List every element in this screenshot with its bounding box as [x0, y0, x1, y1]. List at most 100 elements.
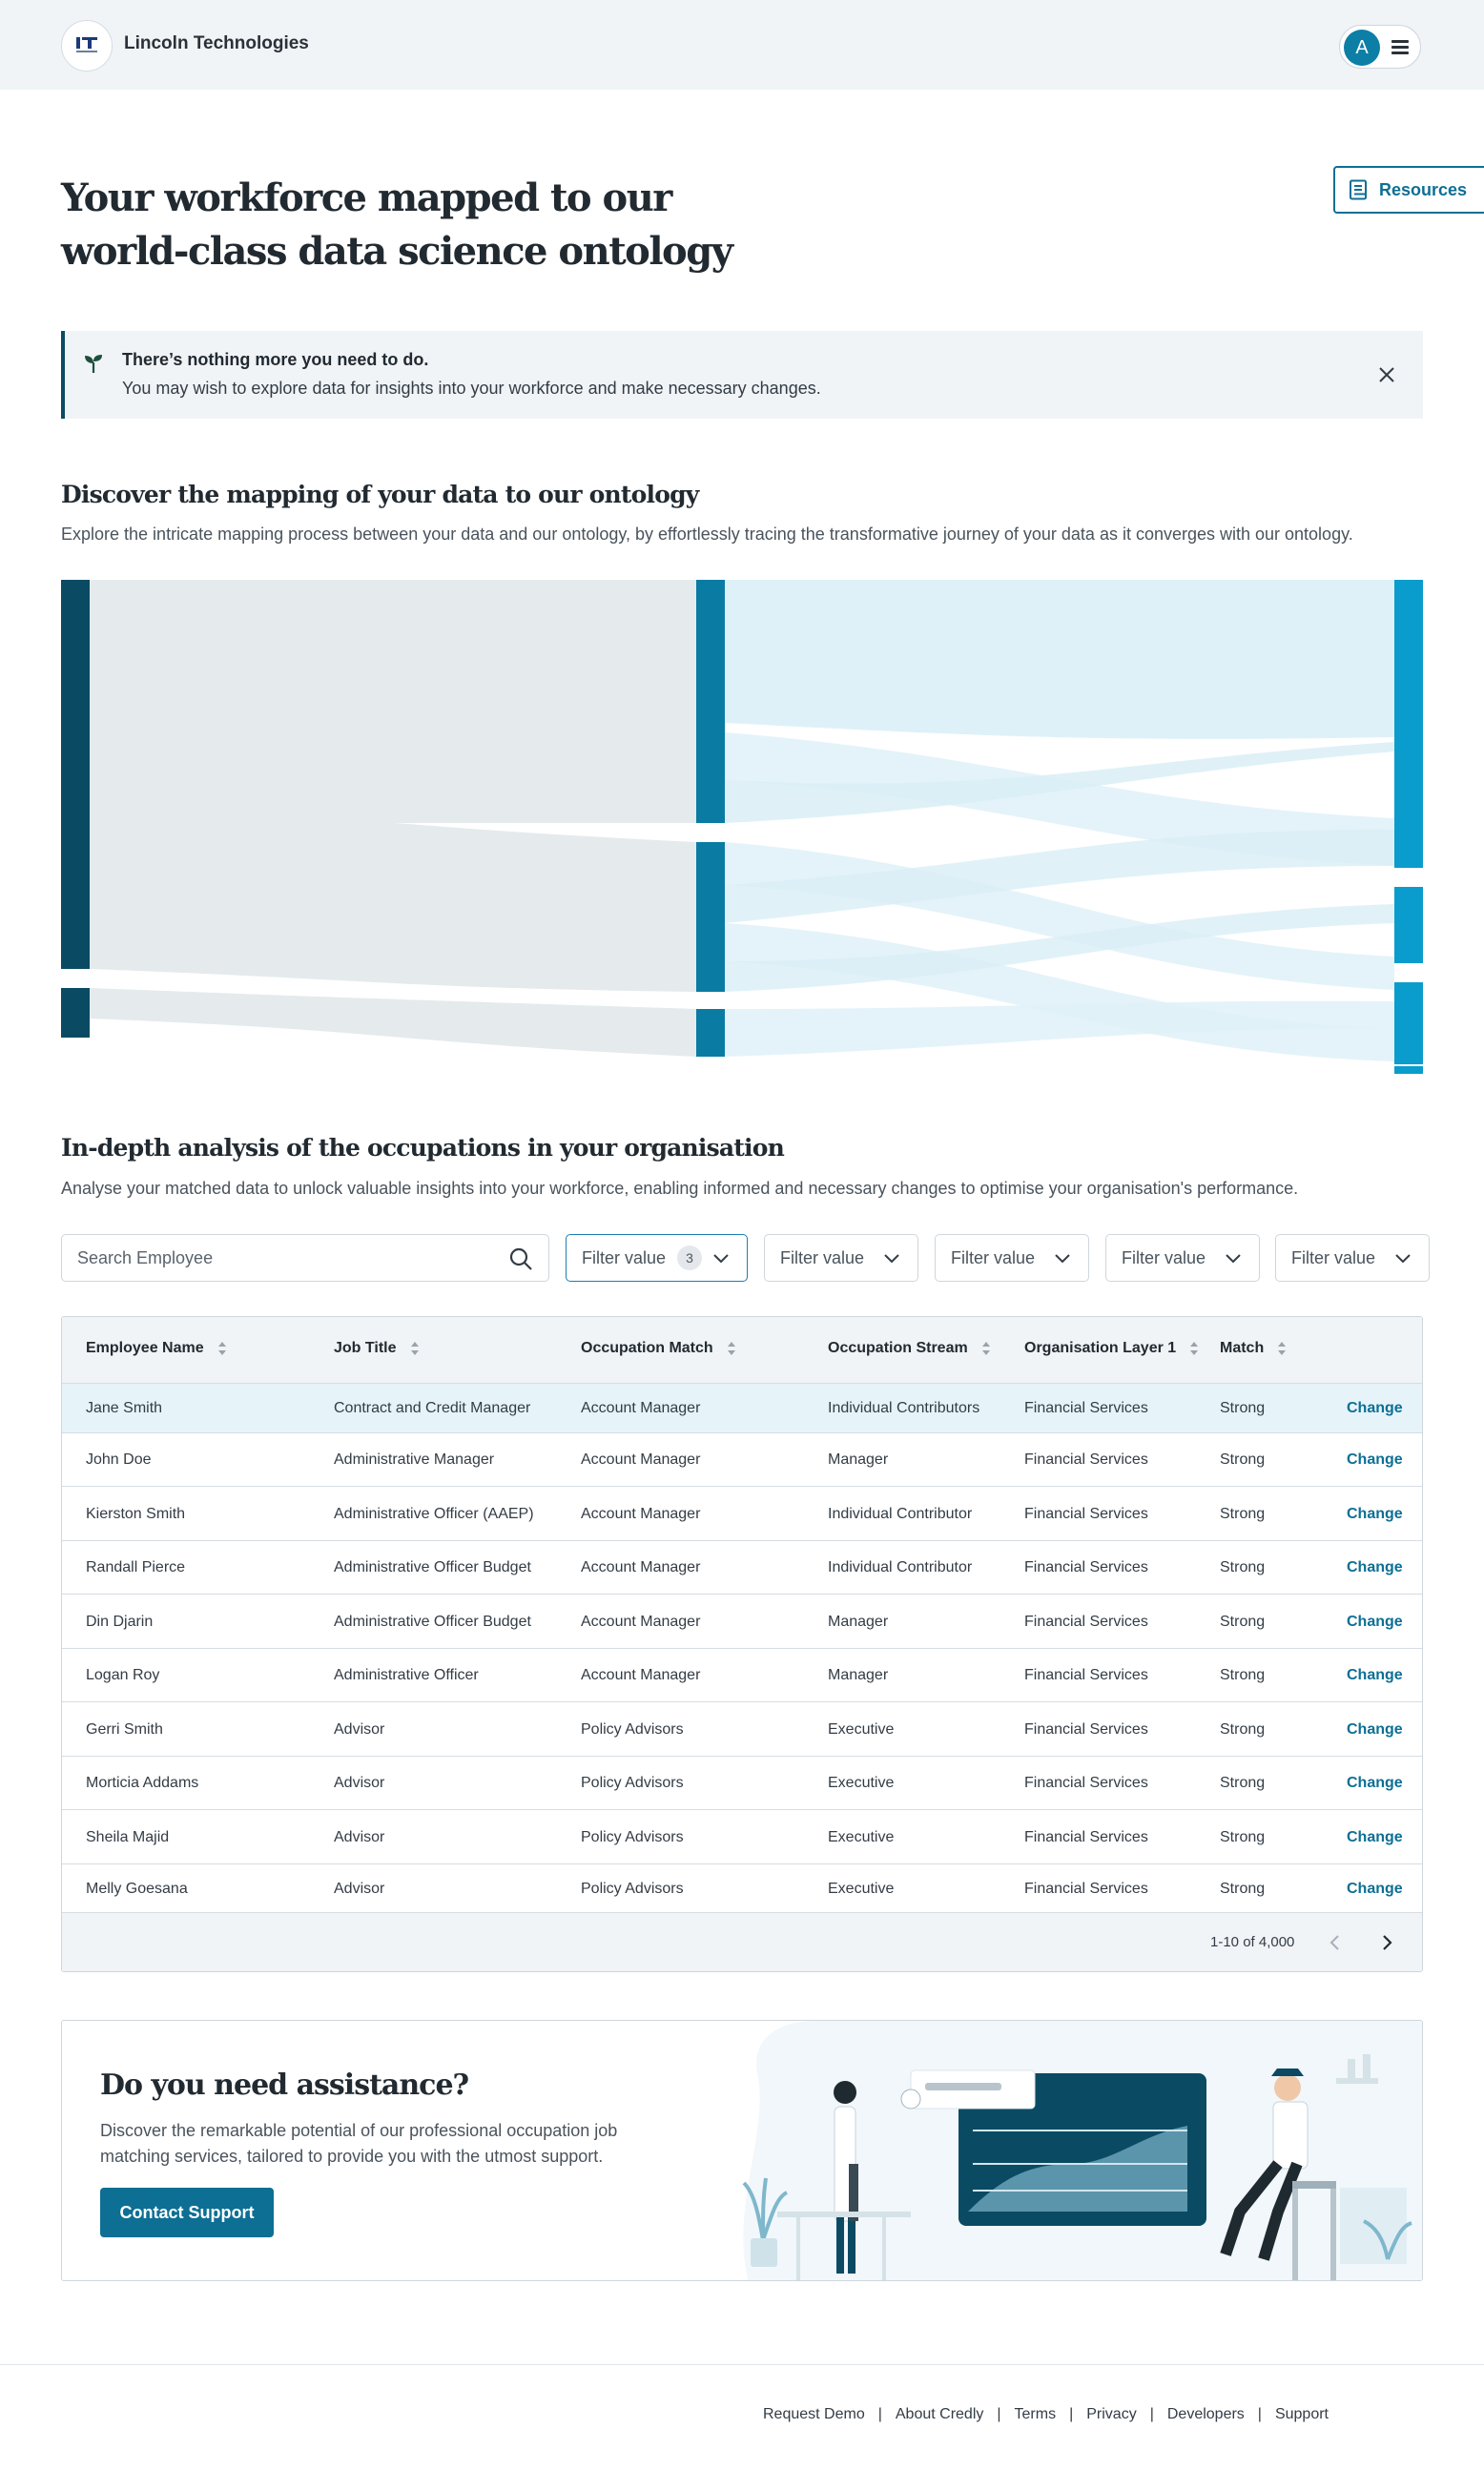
cell-match: Strong	[1220, 1451, 1266, 1468]
chevron-down-icon	[713, 1254, 729, 1264]
table-row[interactable]: Gerri Smith Advisor Policy Advisors Executi…	[62, 1702, 1422, 1757]
resources-button[interactable]: Resources	[1333, 166, 1484, 214]
cell-occupation-match: Account Manager	[581, 1614, 701, 1630]
sankey-node-right-4	[1394, 1066, 1423, 1074]
table-row[interactable]: Morticia Addams Advisor Policy Advisors Exe…	[62, 1757, 1422, 1810]
cell-organisation-layer: Financial Services	[1024, 1559, 1148, 1575]
analysis-section-desc: Analyse your matched data to unlock valu…	[61, 1179, 1299, 1198]
change-link[interactable]: Change	[1347, 1881, 1403, 1898]
column-header-occupation-match[interactable]: Occupation Match	[581, 1340, 736, 1357]
hamburger-menu-icon	[1391, 40, 1409, 54]
column-header-employee-name[interactable]: Employee Name	[86, 1340, 227, 1357]
chevron-left-icon[interactable]	[1325, 1932, 1346, 1953]
footer-divider	[0, 2364, 1484, 2365]
cell-job-title: Advisor	[334, 1829, 385, 1845]
table-row[interactable]: Din Djarin Administrative Officer Budget A…	[62, 1595, 1422, 1649]
change-link[interactable]: Change	[1347, 1506, 1403, 1523]
sankey-flow	[90, 988, 696, 1057]
cell-match: Strong	[1220, 1721, 1266, 1738]
footer-separator: |	[1257, 2406, 1262, 2422]
cell-employee-name: Randall Pierce	[86, 1559, 186, 1575]
change-link[interactable]: Change	[1347, 1667, 1403, 1684]
chevron-right-icon[interactable]	[1376, 1932, 1397, 1953]
column-header-job-title[interactable]: Job Title	[334, 1340, 420, 1357]
footer-link-support[interactable]: Support	[1275, 2406, 1329, 2423]
chevron-down-icon	[1055, 1254, 1070, 1264]
table-row[interactable]: Kierston Smith Administrative Officer (AA…	[62, 1487, 1422, 1541]
cell-occupation-stream: Manager	[828, 1451, 889, 1468]
cell-occupation-match: Account Manager	[581, 1451, 701, 1468]
table-row[interactable]: Melly Goesana Advisor Policy Advisors Execu…	[62, 1864, 1422, 1913]
footer-separator: |	[1149, 2406, 1154, 2422]
analysis-section-title: In-depth analysis of the occupations in …	[61, 1134, 785, 1162]
cell-job-title: Administrative Officer Budget	[334, 1559, 531, 1575]
footer-links: Request Demo | About Credly | Terms | Pr…	[763, 2406, 1329, 2423]
column-header-label: Occupation Stream	[828, 1340, 968, 1356]
footer-link-developers[interactable]: Developers	[1167, 2406, 1245, 2423]
cell-match: Strong	[1220, 1614, 1266, 1630]
table-row[interactable]: Logan Roy Administrative Officer Account M…	[62, 1649, 1422, 1702]
cell-occupation-stream: Individual Contributor	[828, 1506, 973, 1522]
change-link[interactable]: Change	[1347, 1559, 1403, 1576]
filter-dropdown-2[interactable]: Filter value	[764, 1234, 918, 1282]
search-icon[interactable]	[508, 1246, 533, 1271]
sort-icon	[1278, 1342, 1287, 1355]
footer-link-about[interactable]: About Credly	[896, 2406, 984, 2423]
table-row[interactable]: Jane Smith Contract and Credit Manager Acc…	[62, 1384, 1422, 1433]
mapping-section-desc: Explore the intricate mapping process be…	[61, 525, 1353, 544]
cell-job-title: Contract and Credit Manager	[334, 1400, 531, 1416]
change-link[interactable]: Change	[1347, 1451, 1403, 1469]
column-header-label: Employee Name	[86, 1340, 204, 1356]
change-link[interactable]: Change	[1347, 1829, 1403, 1846]
sankey-flow	[725, 580, 1394, 739]
table-row[interactable]: John Doe Administrative Manager Account Ma…	[62, 1433, 1422, 1487]
change-link[interactable]: Change	[1347, 1775, 1403, 1792]
sankey-flows-left	[90, 580, 696, 1057]
filter-dropdown-5[interactable]: Filter value	[1275, 1234, 1430, 1282]
sort-icon	[727, 1342, 735, 1355]
cell-organisation-layer: Financial Services	[1024, 1614, 1148, 1630]
filter-dropdown-3[interactable]: Filter value	[935, 1234, 1089, 1282]
sankey-node-left-2	[61, 988, 90, 1038]
cell-occupation-match: Account Manager	[581, 1506, 701, 1522]
cell-organisation-layer: Financial Services	[1024, 1721, 1148, 1738]
mapping-section-title: Discover the mapping of your data to our…	[61, 481, 699, 508]
filter-dropdown-1[interactable]: Filter value 3	[566, 1234, 748, 1282]
logo-mark-icon	[76, 37, 97, 52]
assistance-title: Do you need assistance?	[100, 2069, 469, 2102]
footer-link-privacy[interactable]: Privacy	[1086, 2406, 1136, 2423]
search-input[interactable]	[77, 1235, 497, 1281]
table-pagination: 1-10 of 4,000	[62, 1913, 1422, 1971]
footer-link-terms[interactable]: Terms	[1015, 2406, 1057, 2423]
filter-dropdown-4[interactable]: Filter value	[1105, 1234, 1260, 1282]
employee-table: Employee Name Job Title Occupation Match…	[61, 1316, 1423, 1972]
cell-match: Strong	[1220, 1559, 1266, 1575]
table-row[interactable]: Sheila Majid Advisor Policy Advisors Execut…	[62, 1810, 1422, 1864]
change-link[interactable]: Change	[1347, 1400, 1403, 1417]
change-link[interactable]: Change	[1347, 1614, 1403, 1631]
column-header-occupation-stream[interactable]: Occupation Stream	[828, 1340, 991, 1357]
page-title: Your workforce mapped to our world-class…	[61, 172, 786, 278]
cell-job-title: Administrative Manager	[334, 1451, 495, 1468]
table-row[interactable]: Randall Pierce Administrative Officer Bud…	[62, 1541, 1422, 1595]
table-header: Employee Name Job Title Occupation Match…	[62, 1317, 1422, 1384]
footer-separator: |	[877, 2406, 882, 2422]
user-menu-button[interactable]: A	[1339, 25, 1421, 69]
contact-support-button[interactable]: Contact Support	[100, 2188, 274, 2237]
footer-separator: |	[997, 2406, 1001, 2422]
footer-link-request-demo[interactable]: Request Demo	[763, 2406, 865, 2423]
close-icon[interactable]	[1375, 363, 1398, 386]
column-header-match[interactable]: Match	[1220, 1340, 1287, 1357]
cell-organisation-layer: Financial Services	[1024, 1451, 1148, 1468]
filter-count-badge: 3	[677, 1245, 703, 1270]
change-link[interactable]: Change	[1347, 1721, 1403, 1739]
column-header-label: Match	[1220, 1340, 1265, 1356]
cell-occupation-match: Policy Advisors	[581, 1881, 684, 1897]
cell-occupation-match: Policy Advisors	[581, 1775, 684, 1791]
company-logo[interactable]	[61, 20, 113, 72]
sort-icon	[1190, 1342, 1199, 1355]
sort-icon	[217, 1342, 226, 1355]
cell-organisation-layer: Financial Services	[1024, 1829, 1148, 1845]
column-header-organisation-layer[interactable]: Organisation Layer 1	[1024, 1340, 1199, 1357]
cell-job-title: Administrative Officer (AAEP)	[334, 1506, 534, 1522]
